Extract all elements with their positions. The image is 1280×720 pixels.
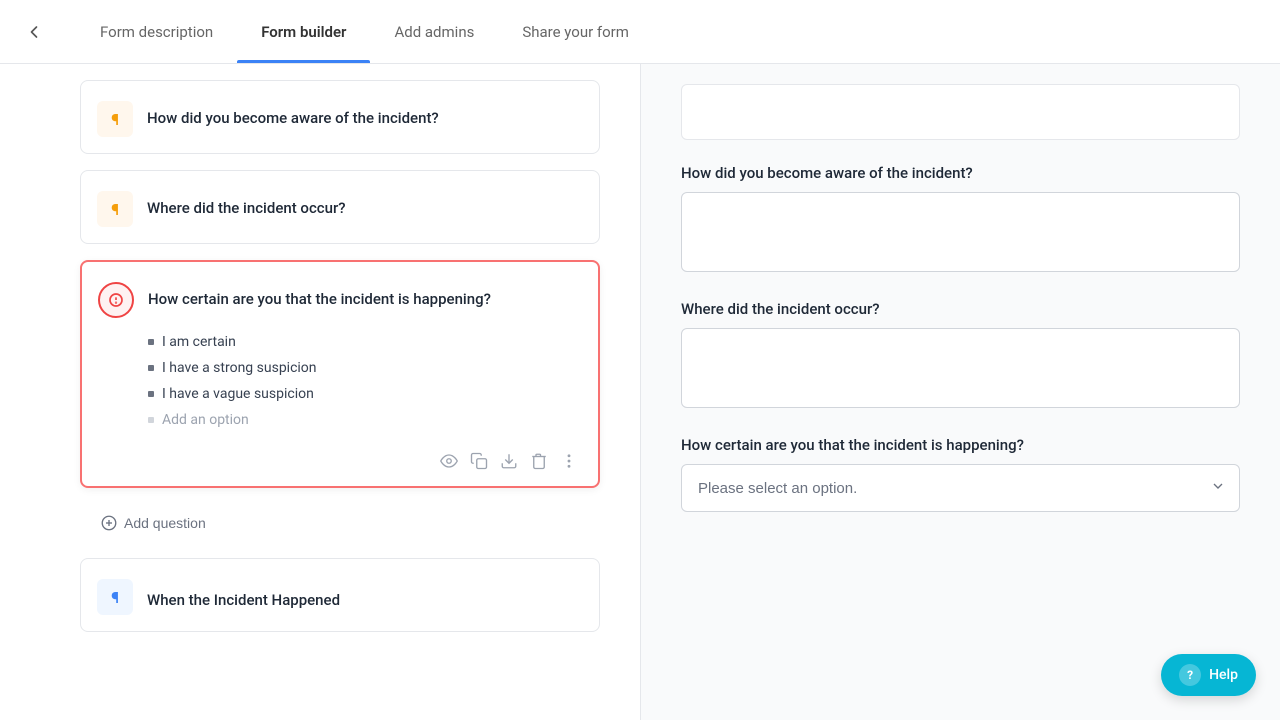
option-bullet-3: [148, 391, 154, 397]
tab-add-admins[interactable]: Add admins: [370, 0, 498, 63]
question-text-3: How certain are you that the incident is…: [148, 282, 491, 311]
option-item-3: I have a vague suspicion: [148, 386, 578, 402]
download-icon[interactable]: [500, 452, 518, 470]
preview-question-3: How certain are you that the incident is…: [681, 436, 1240, 512]
right-panel: How did you become aware of the incident…: [640, 64, 1280, 720]
option-item-2: I have a strong suspicion: [148, 360, 578, 376]
eye-icon[interactable]: [440, 452, 458, 470]
tab-form-description[interactable]: Form description: [76, 0, 237, 63]
preview-top-input[interactable]: [681, 84, 1240, 140]
question-card-2[interactable]: ¶ Where did the incident occur?: [80, 170, 600, 244]
help-circle-icon: ?: [1179, 664, 1201, 686]
top-nav: Form description Form builder Add admins…: [0, 0, 1280, 64]
preview-label-3: How certain are you that the incident is…: [681, 436, 1240, 454]
back-button[interactable]: [24, 22, 44, 42]
preview-question-1: How did you become aware of the incident…: [681, 164, 1240, 300]
tab-form-builder[interactable]: Form builder: [237, 0, 370, 63]
more-icon[interactable]: [560, 452, 578, 470]
preview-textarea-1[interactable]: [681, 192, 1240, 272]
question-icon-2: ¶: [97, 191, 133, 227]
help-button[interactable]: ? Help: [1161, 654, 1256, 696]
left-panel: ¶ How did you become aware of the incide…: [0, 64, 640, 720]
delete-icon[interactable]: [530, 452, 548, 470]
preview-select-wrapper: Please select an option.: [681, 464, 1240, 512]
option-bullet-2: [148, 365, 154, 371]
preview-label-1: How did you become aware of the incident…: [681, 164, 1240, 182]
question-card-1[interactable]: ¶ How did you become aware of the incide…: [80, 80, 600, 154]
add-option-item[interactable]: Add an option: [148, 412, 578, 428]
preview-select-3[interactable]: Please select an option.: [681, 464, 1240, 512]
question-text-2: Where did the incident occur?: [147, 191, 346, 220]
question-icon-1: ¶: [97, 101, 133, 137]
when-card[interactable]: ¶ When the Incident Happened: [80, 558, 600, 632]
preview-label-2: Where did the incident occur?: [681, 300, 1240, 318]
add-question-button[interactable]: Add question: [80, 504, 226, 542]
add-option-bullet: [148, 417, 154, 423]
question-card-3[interactable]: How certain are you that the incident is…: [80, 260, 600, 488]
when-icon: ¶: [97, 579, 133, 615]
preview-question-2: Where did the incident occur?: [681, 300, 1240, 436]
nav-tabs: Form description Form builder Add admins…: [76, 0, 653, 63]
copy-icon[interactable]: [470, 452, 488, 470]
option-item-1: I am certain: [148, 334, 578, 350]
option-bullet-1: [148, 339, 154, 345]
card-toolbar: [98, 444, 578, 470]
question-icon-3: [98, 282, 134, 318]
options-list: I am certain I have a strong suspicion I…: [148, 334, 578, 428]
tab-share-your-form[interactable]: Share your form: [498, 0, 653, 63]
main-layout: ¶ How did you become aware of the incide…: [0, 64, 1280, 720]
preview-textarea-2[interactable]: [681, 328, 1240, 408]
question-text-1: How did you become aware of the incident…: [147, 101, 439, 130]
when-card-text: When the Incident Happened: [147, 583, 340, 612]
